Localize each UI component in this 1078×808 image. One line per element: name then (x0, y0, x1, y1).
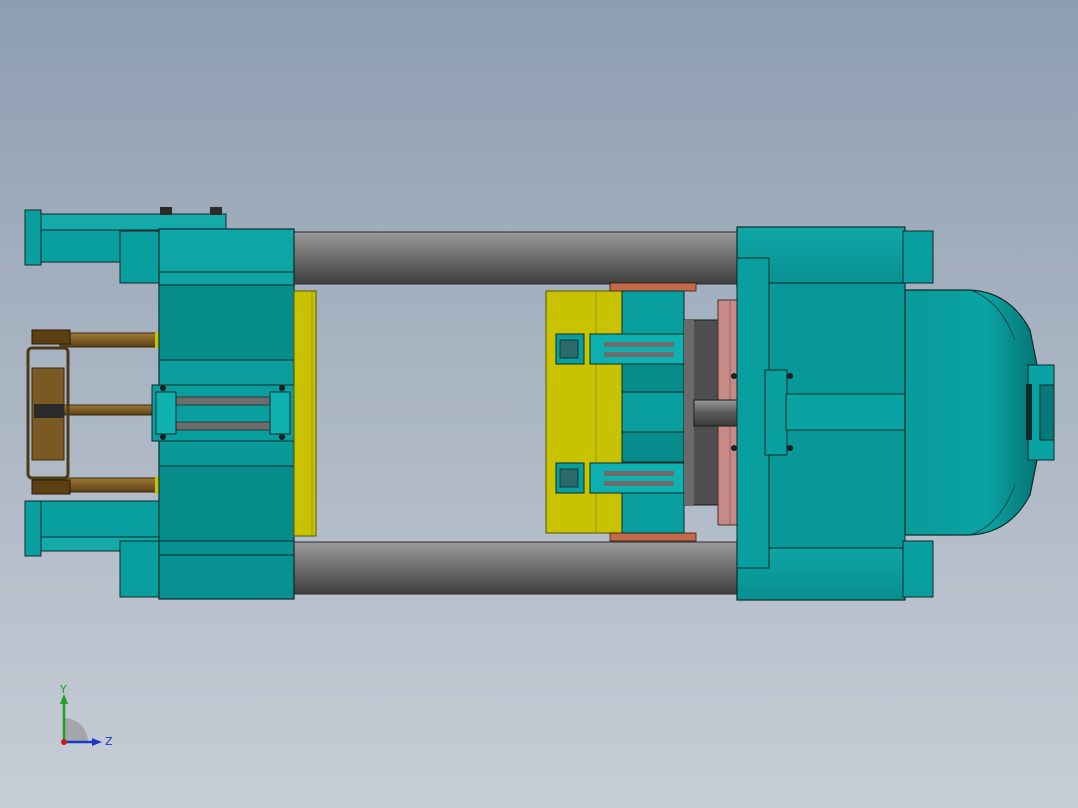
cad-viewport[interactable]: Y Z (0, 0, 1078, 808)
lower-tie-rod[interactable] (287, 541, 744, 595)
machine-assembly-model[interactable] (0, 0, 1078, 808)
triad-quadrant (64, 718, 88, 742)
z-axis-arrow (92, 738, 102, 746)
rear-mold-half[interactable] (293, 290, 317, 537)
y-axis-label: Y (59, 684, 67, 696)
ejector-linkage[interactable] (26, 329, 163, 495)
front-mold-half[interactable] (545, 290, 625, 534)
z-axis-label: Z (105, 735, 113, 748)
x-axis-dot (61, 739, 67, 745)
axis-triad: Y Z (59, 684, 113, 748)
upper-tie-rod[interactable] (287, 231, 744, 285)
hydraulic-cylinder-dome[interactable] (904, 289, 1055, 536)
